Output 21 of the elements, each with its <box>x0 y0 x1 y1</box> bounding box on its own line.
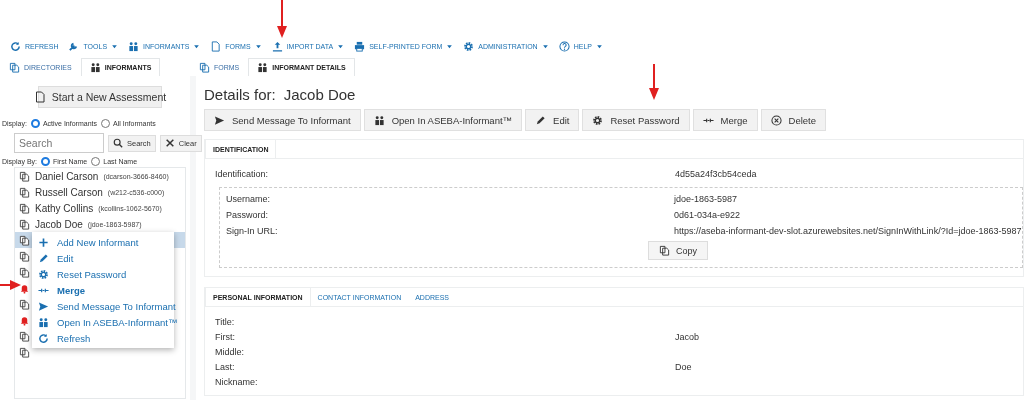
field-label: Title: <box>215 317 236 327</box>
field-value: Jacob <box>675 332 701 342</box>
informant-name: Daniel Carson <box>35 170 99 182</box>
field-label: Middle: <box>215 347 245 357</box>
informant-name: Kathy Collins <box>35 202 94 214</box>
details-heading: Details for: <box>204 86 276 103</box>
field-label: First: <box>215 332 236 342</box>
field-value: https://aseba-informant-dev-slot.azurewebsites.net/SignInWithLink/?Id=jdoe-1863-5987 <box>674 226 1022 236</box>
informant-name: Russell Carson <box>35 186 103 198</box>
field-value: Doe <box>675 362 693 372</box>
field-value: jdoe-1863-5987 <box>674 194 739 204</box>
informant-name: Jacob Doe <box>35 218 83 230</box>
field-label: Nickname: <box>215 377 259 387</box>
field-label: Last: <box>215 362 236 372</box>
field-label: Sign-In URL: <box>226 226 279 236</box>
informant-name-heading: Jacob Doe <box>283 86 356 103</box>
field-label: Password: <box>226 210 270 220</box>
field-value: 4d55a24f3cb54ceda <box>675 169 758 179</box>
field-value: 0d61-034a-e922 <box>674 210 742 220</box>
field-label: Identification: <box>215 169 270 179</box>
field-label: Username: <box>226 194 271 204</box>
